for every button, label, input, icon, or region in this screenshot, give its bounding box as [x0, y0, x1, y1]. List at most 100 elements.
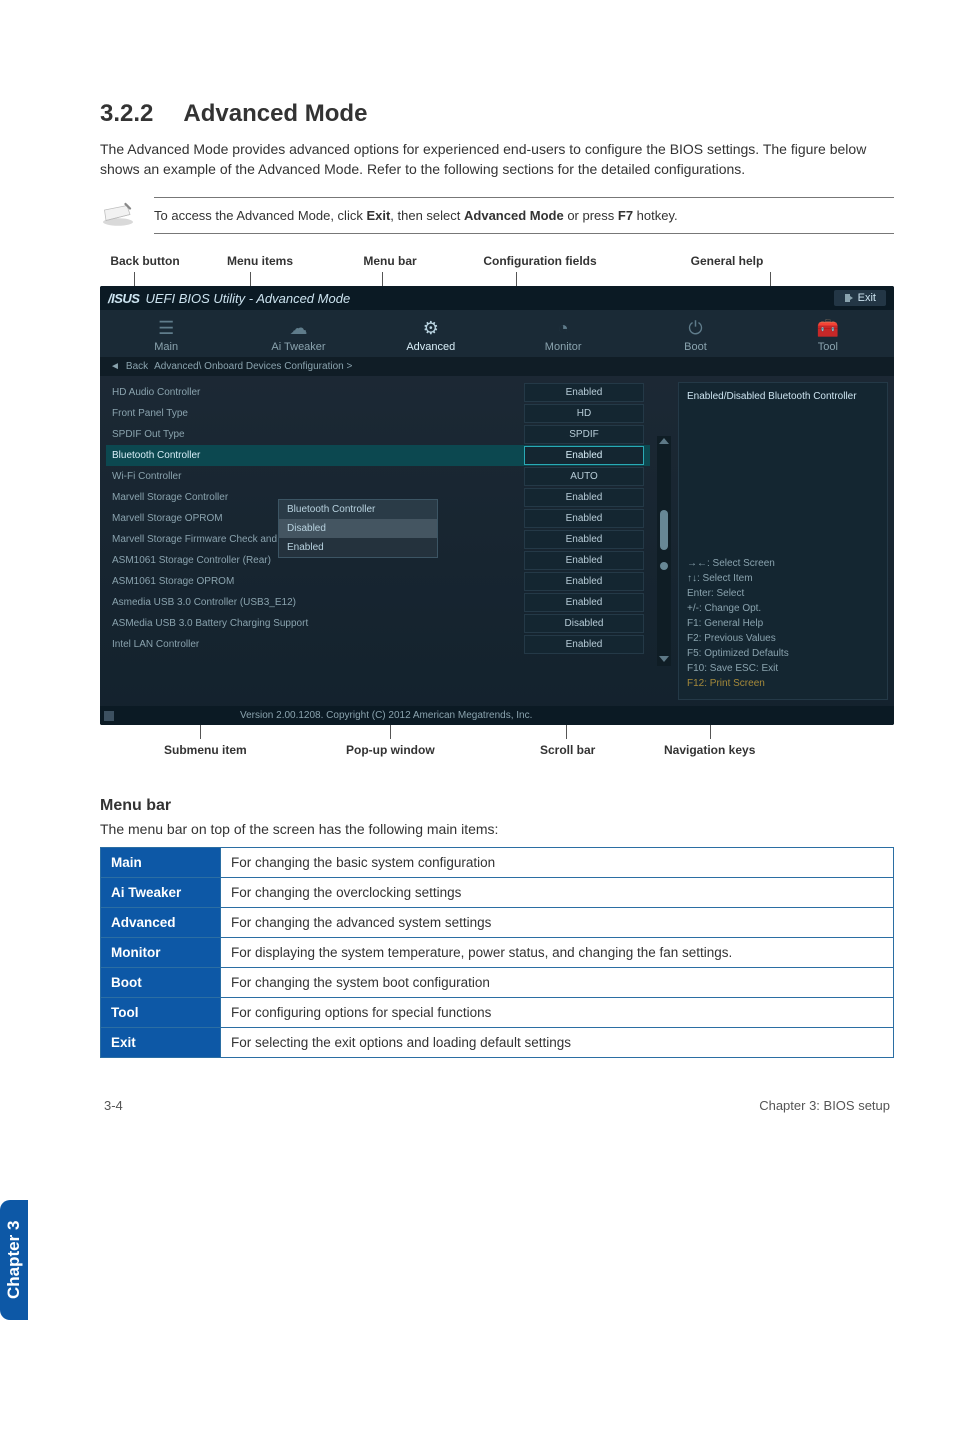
exit-button[interactable]: Exit	[834, 290, 886, 306]
label-back-button: Back button	[100, 254, 190, 268]
scroll-down-icon[interactable]	[659, 656, 669, 662]
nav-key-line: +/-: Change Opt.	[687, 601, 879, 616]
setting-value[interactable]: Enabled	[524, 530, 644, 549]
label-config-fields: Configuration fields	[450, 254, 630, 268]
setting-label: ASM1061 Storage OPROM	[112, 572, 524, 591]
breadcrumb-back[interactable]: Back	[126, 361, 148, 372]
setting-label: Asmedia USB 3.0 Controller (USB3_E12)	[112, 593, 524, 612]
settings-panel: HD Audio ControllerEnabledFront Panel Ty…	[106, 382, 650, 700]
setting-value[interactable]: Enabled	[524, 488, 644, 507]
table-value: For changing the overclocking settings	[221, 878, 894, 908]
page-number: 3-4	[104, 1098, 123, 1113]
note-icon	[100, 198, 136, 233]
setting-value[interactable]: Disabled	[524, 614, 644, 633]
label-nav-keys: Navigation keys	[664, 743, 755, 757]
tab-advanced[interactable]: ⚙Advanced	[365, 310, 497, 357]
setting-label: ASMedia USB 3.0 Battery Charging Support	[112, 614, 524, 633]
setting-value[interactable]: Enabled	[524, 446, 644, 465]
setting-value[interactable]: Enabled	[524, 383, 644, 402]
table-key: Main	[101, 848, 221, 878]
setting-label: Wi-Fi Controller	[112, 467, 524, 486]
chapter-label: Chapter 3: BIOS setup	[759, 1098, 890, 1113]
table-row: ToolFor configuring options for special …	[101, 998, 894, 1028]
tab-main[interactable]: ☰Main	[100, 310, 232, 357]
setting-row[interactable]: SPDIF Out TypeSPDIF	[106, 424, 650, 445]
label-menu-bar: Menu bar	[330, 254, 450, 268]
setting-value[interactable]: Enabled	[524, 509, 644, 528]
side-tab: Chapter 3	[0, 1200, 28, 1320]
tab-monitor[interactable]: ◔Monitor	[497, 310, 629, 357]
version-text: Version 2.00.1208. Copyright (C) 2012 Am…	[240, 710, 532, 721]
list-icon: ☰	[100, 318, 232, 339]
setting-row[interactable]: ASMedia USB 3.0 Battery Charging Support…	[106, 613, 650, 634]
popup-header: Bluetooth Controller	[279, 500, 437, 519]
popup-option-disabled[interactable]: Disabled	[279, 519, 437, 538]
setting-value[interactable]: AUTO	[524, 467, 644, 486]
gauge-icon: ◔	[497, 318, 629, 339]
tab-tool[interactable]: 🧰Tool	[762, 310, 894, 357]
table-value: For configuring options for special func…	[221, 998, 894, 1028]
table-key: Advanced	[101, 908, 221, 938]
setting-row[interactable]: HD Audio ControllerEnabled	[106, 382, 650, 403]
chip-icon: ⚙	[365, 318, 497, 339]
label-menu-items: Menu items	[190, 254, 330, 268]
setting-row[interactable]: Asmedia USB 3.0 Controller (USB3_E12)Ena…	[106, 592, 650, 613]
bios-title: UEFI BIOS Utility - Advanced Mode	[145, 291, 350, 306]
exit-icon	[844, 293, 854, 303]
scroll-up-icon[interactable]	[659, 438, 669, 444]
nav-key-line: F1: General Help	[687, 616, 879, 631]
setting-label: Intel LAN Controller	[112, 635, 524, 654]
tab-ai-tweaker[interactable]: ☁Ai Tweaker	[232, 310, 364, 357]
table-key: Tool	[101, 998, 221, 1028]
cloud-icon: ☁	[232, 318, 364, 339]
power-icon: ⏻	[629, 318, 761, 339]
table-key: Exit	[101, 1028, 221, 1058]
callout-labels-bottom: Submenu item Pop-up window Scroll bar Na…	[100, 743, 894, 773]
bluetooth-popup: Bluetooth Controller Disabled Enabled	[278, 499, 438, 558]
setting-row[interactable]: Intel LAN ControllerEnabled	[106, 634, 650, 655]
nav-key-line: F5: Optimized Defaults	[687, 646, 879, 661]
nav-key-line: F2: Previous Values	[687, 631, 879, 646]
popup-option-enabled[interactable]: Enabled	[279, 538, 437, 557]
setting-value[interactable]: SPDIF	[524, 425, 644, 444]
label-scroll-bar: Scroll bar	[540, 743, 595, 757]
tab-boot[interactable]: ⏻Boot	[629, 310, 761, 357]
menubar-intro: The menu bar on top of the screen has th…	[100, 821, 894, 837]
toolbox-icon: 🧰	[762, 318, 894, 339]
scroll-thumb[interactable]	[660, 510, 668, 550]
table-value: For displaying the system temperature, p…	[221, 938, 894, 968]
footer-square-icon	[104, 711, 114, 721]
intro-paragraph: The Advanced Mode provides advanced opti…	[100, 140, 894, 179]
table-value: For changing the basic system configurat…	[221, 848, 894, 878]
label-popup-window: Pop-up window	[346, 743, 435, 757]
setting-value[interactable]: Enabled	[524, 572, 644, 591]
table-row: Ai TweakerFor changing the overclocking …	[101, 878, 894, 908]
scrollbar[interactable]	[657, 436, 671, 666]
table-key: Boot	[101, 968, 221, 998]
back-arrow-icon[interactable]: ◄	[110, 361, 120, 372]
setting-value[interactable]: HD	[524, 404, 644, 423]
table-row: MonitorFor displaying the system tempera…	[101, 938, 894, 968]
table-key: Monitor	[101, 938, 221, 968]
setting-row[interactable]: Front Panel TypeHD	[106, 403, 650, 424]
table-key: Ai Tweaker	[101, 878, 221, 908]
setting-row[interactable]: Wi-Fi ControllerAUTO	[106, 466, 650, 487]
setting-row[interactable]: ASM1061 Storage OPROMEnabled	[106, 571, 650, 592]
label-general-help: General help	[630, 254, 894, 268]
table-value: For changing the system boot configurati…	[221, 968, 894, 998]
label-submenu-item: Submenu item	[164, 743, 247, 757]
menubar-heading: Menu bar	[100, 797, 894, 815]
setting-value[interactable]: Enabled	[524, 551, 644, 570]
bios-brand: /ISUS	[108, 291, 139, 306]
note-text: To access the Advanced Mode, click Exit,…	[154, 197, 894, 234]
table-row: AdvancedFor changing the advanced system…	[101, 908, 894, 938]
setting-label: Front Panel Type	[112, 404, 524, 423]
setting-value[interactable]: Enabled	[524, 593, 644, 612]
scroll-thumb-2[interactable]	[660, 562, 668, 570]
table-value: For changing the advanced system setting…	[221, 908, 894, 938]
setting-row[interactable]: Bluetooth ControllerEnabled	[106, 445, 650, 466]
help-text: Enabled/Disabled Bluetooth Controller	[687, 391, 879, 541]
nav-key-line: F12: Print Screen	[687, 676, 879, 691]
setting-label: Bluetooth Controller	[112, 446, 524, 465]
setting-value[interactable]: Enabled	[524, 635, 644, 654]
